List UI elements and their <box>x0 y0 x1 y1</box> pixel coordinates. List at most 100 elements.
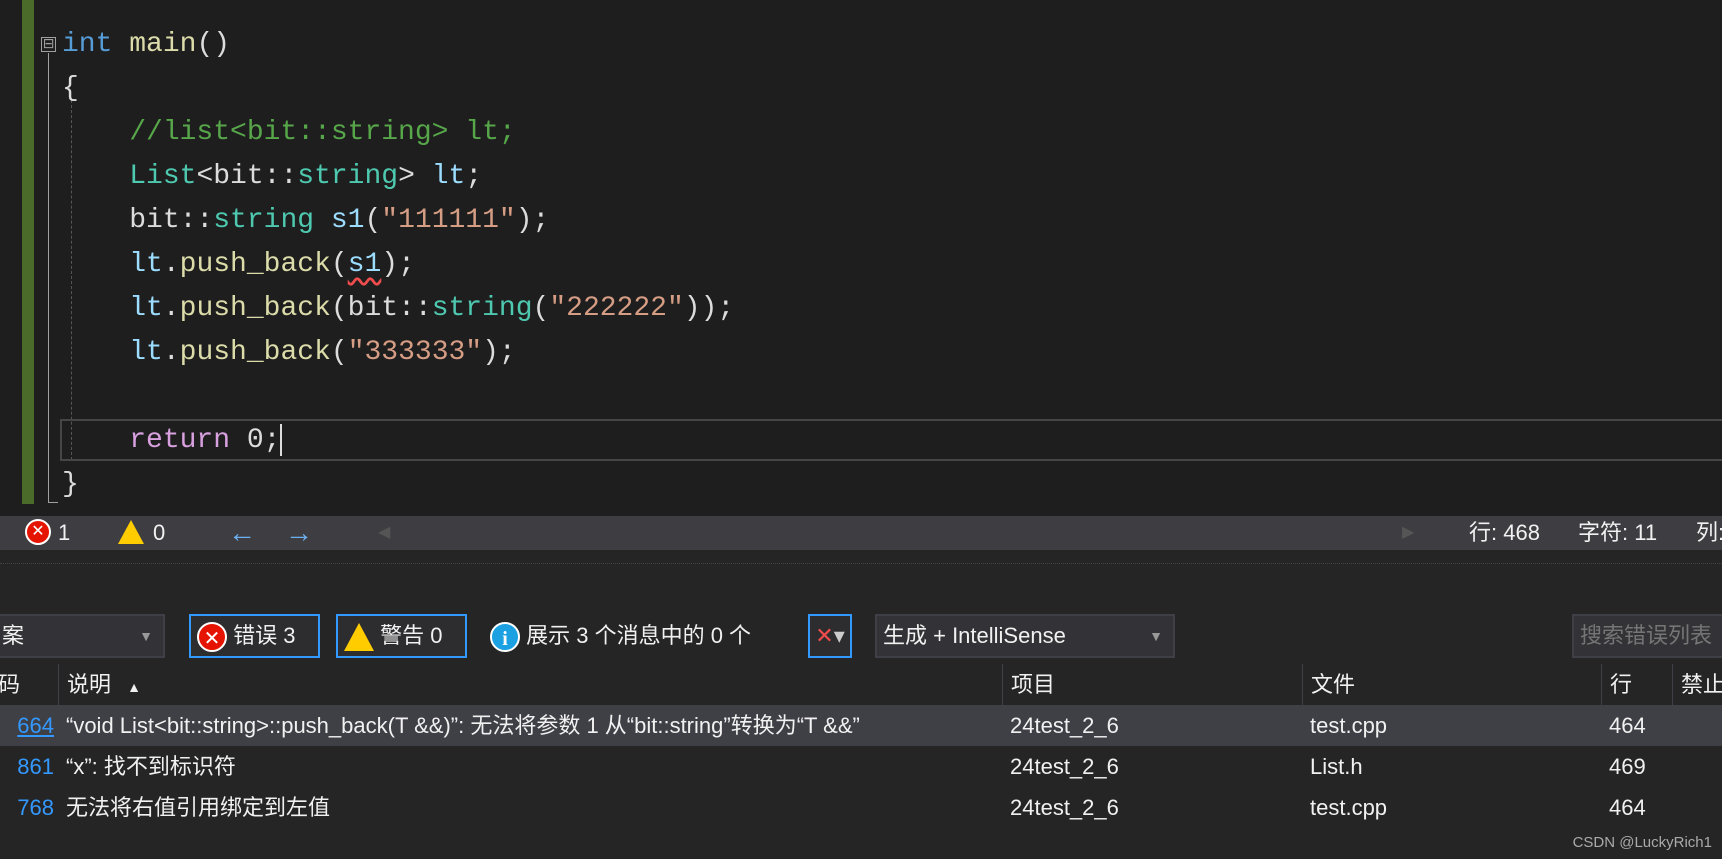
code-line[interactable]: } <box>62 463 734 507</box>
header-description-label: 说明 <box>67 672 112 697</box>
table-row[interactable]: 664 “void List<bit::string>::push_back(T … <box>0 705 1722 746</box>
code-line[interactable]: lt.push_back(s1); <box>62 243 734 287</box>
chevron-down-icon: ▼ <box>1149 628 1163 644</box>
build-filter-dropdown[interactable]: 生成 + IntelliSense ▼ <box>875 614 1175 658</box>
scroll-left-icon[interactable]: ◀ <box>378 516 390 550</box>
error-count[interactable]: 1 <box>58 516 70 550</box>
errors-label: 错误 3 <box>233 623 296 648</box>
code-line[interactable]: //list<bit::string> lt; <box>62 111 734 155</box>
code-line[interactable]: List<bit::string> lt; <box>62 155 734 199</box>
table-row[interactable]: 861 “x”: 找不到标识符 24test_2_6 List.h 469 <box>0 746 1722 787</box>
cell-code[interactable]: 768 <box>0 787 58 828</box>
change-indicator-bar <box>22 0 34 504</box>
forward-arrow-icon[interactable]: → <box>285 516 313 550</box>
cell-file: test.cpp <box>1310 713 1388 738</box>
cell-line: 469 <box>1609 754 1646 779</box>
scroll-right-icon[interactable]: ▶ <box>1402 516 1414 550</box>
code-editor[interactable]: ⊟ int main(){ //list<bit::string> lt; Li… <box>0 0 1722 516</box>
warnings-filter-button[interactable]: 警告 0 <box>336 614 467 658</box>
warning-count[interactable]: 0 <box>153 516 165 550</box>
cell-project: 24test_2_6 <box>1010 713 1119 738</box>
cell-desc: “x”: 找不到标识符 <box>66 754 236 779</box>
code-token: List <box>129 161 197 192</box>
header-line[interactable]: 行 <box>1601 664 1672 705</box>
code-line[interactable] <box>62 375 734 419</box>
code-token: s1 <box>347 249 382 280</box>
collapse-icon[interactable]: ⊟ <box>41 36 56 52</box>
panel-splitter[interactable] <box>0 563 1722 567</box>
code-line[interactable]: return 0; <box>62 419 734 463</box>
build-filter-value: 生成 + IntelliSense <box>883 623 1066 648</box>
code-line[interactable]: { <box>62 67 734 111</box>
cell-project: 24test_2_6 <box>1010 754 1119 779</box>
cell-desc: 无法将右值引用绑定到左值 <box>66 795 331 820</box>
line-indicator: 行: 468 <box>1469 520 1540 545</box>
fold-line <box>48 53 49 503</box>
cell-code[interactable]: 861 <box>0 746 58 787</box>
code-token: lt <box>431 161 466 192</box>
code-lines: int main(){ //list<bit::string> lt; List… <box>62 23 734 507</box>
code-token: . <box>162 337 180 368</box>
code-token: ; <box>465 161 483 192</box>
code-token: "333333" <box>347 337 483 368</box>
table-row[interactable]: 768 无法将右值引用绑定到左值 24test_2_6 test.cpp 464 <box>0 787 1722 828</box>
code-token: ); <box>482 337 516 368</box>
char-indicator: 字符: 11 <box>1578 520 1658 545</box>
code-token: string <box>213 205 315 236</box>
search-errors-input[interactable] <box>1572 614 1722 658</box>
errors-filter-button[interactable]: ✕ 错误 3 <box>189 614 320 658</box>
code-token: ( <box>330 249 348 280</box>
code-token: > <box>398 161 432 192</box>
scope-value: 案 <box>2 623 25 648</box>
chevron-down-icon: ▼ <box>139 628 153 644</box>
scope-dropdown[interactable]: 案 ▼ <box>0 614 165 658</box>
watermark: CSDN @LuckyRich1 <box>1572 834 1712 851</box>
cell-line: 464 <box>1609 713 1646 738</box>
header-code[interactable]: 码 <box>0 664 58 705</box>
info-icon: i <box>490 622 520 653</box>
code-token: } <box>62 469 79 500</box>
messages-filter-button[interactable]: i 展示 3 个消息中的 0 个 <box>486 614 792 658</box>
code-token: push_back <box>179 293 331 324</box>
cell-file: test.cpp <box>1310 795 1388 820</box>
code-token: "222222" <box>549 293 684 324</box>
warning-icon <box>344 623 374 652</box>
code-token: //list<bit::string> lt; <box>62 117 516 148</box>
header-description[interactable]: 说明 ▲ <box>58 664 1002 705</box>
code-token: <bit:: <box>196 161 298 192</box>
code-token: lt <box>129 249 163 280</box>
code-token: )); <box>683 293 735 324</box>
code-token: string <box>297 161 399 192</box>
code-token: return <box>129 425 231 456</box>
code-line[interactable]: int main() <box>62 23 734 67</box>
cell-code[interactable]: 664 <box>0 705 58 746</box>
code-token: ); <box>515 205 550 236</box>
cell-desc: “void List<bit::string>::push_back(T &&)… <box>66 713 860 738</box>
header-file[interactable]: 文件 <box>1302 664 1601 705</box>
code-token: push_back <box>179 337 331 368</box>
error-icon: ✕ <box>197 622 227 653</box>
col-indicator: 列: <box>1696 520 1722 545</box>
code-token: push_back <box>179 249 331 280</box>
back-arrow-icon[interactable]: ← <box>228 516 256 550</box>
code-line[interactable]: lt.push_back("333333"); <box>62 331 734 375</box>
code-line[interactable]: bit::string s1("111111"); <box>62 199 734 243</box>
code-token: . <box>162 249 180 280</box>
error-icon[interactable]: ✕ <box>25 519 51 545</box>
code-token: lt <box>129 337 163 368</box>
code-line[interactable]: lt.push_back(bit::string("222222")); <box>62 287 734 331</box>
code-token: "111111" <box>381 205 516 236</box>
code-token: ); <box>381 249 415 280</box>
clear-filter-button[interactable]: ✕▾ <box>808 614 852 658</box>
header-suppress[interactable]: 禁止 <box>1672 664 1722 705</box>
warning-icon[interactable] <box>118 520 144 544</box>
code-token: . <box>162 293 180 324</box>
header-project[interactable]: 项目 <box>1002 664 1302 705</box>
editor-status-bar: ✕ 1 0 ← → ◀ ▶ 行: 468 字符: 11 列: <box>0 516 1722 550</box>
code-token: ( <box>330 337 348 368</box>
